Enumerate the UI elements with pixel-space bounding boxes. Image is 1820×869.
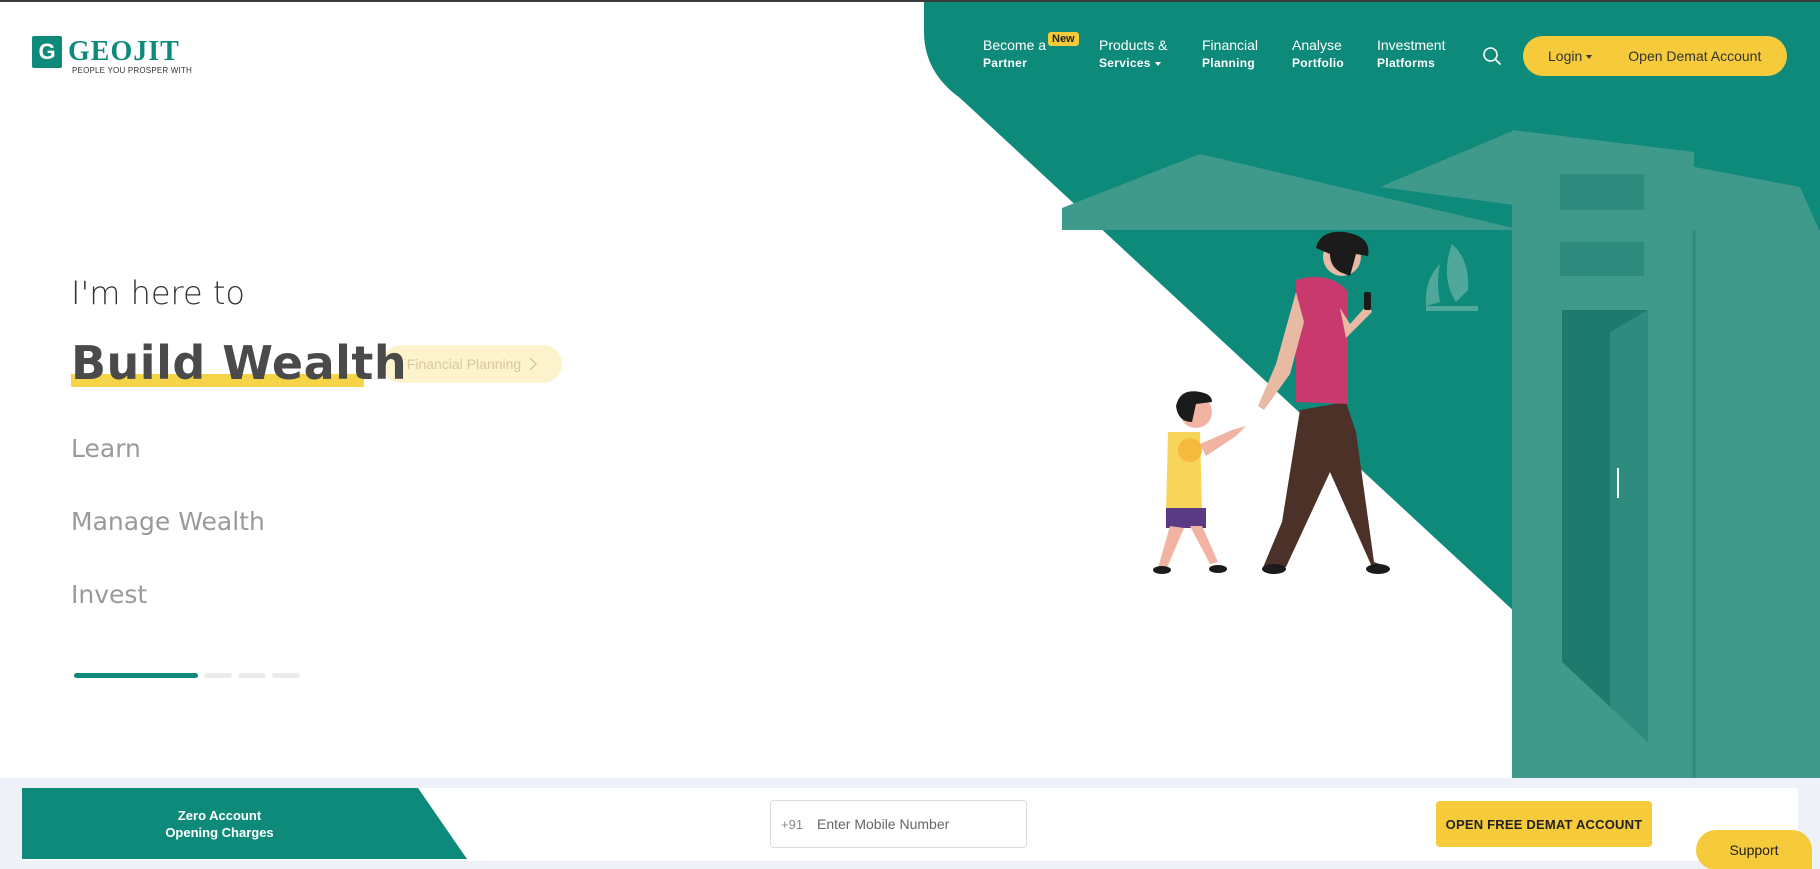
logo-tagline: PEOPLE YOU PROSPER WITH (72, 66, 193, 75)
slider-dot-1[interactable] (74, 673, 198, 678)
new-badge: New (1048, 32, 1079, 46)
nav-planning-line1: Financial (1202, 37, 1259, 53)
login-demat-pill: Login Open Demat Account (1523, 36, 1787, 76)
page: G GEOJIT PEOPLE YOU PROSPER WITH Become … (0, 0, 1820, 869)
slider-indicator (74, 673, 300, 678)
hero-intro: I'm here to (71, 274, 245, 312)
nav-products-line1: Products & (1099, 37, 1168, 53)
hero-title: Build Wealth (71, 336, 408, 390)
slider-dot-4[interactable] (272, 673, 300, 678)
chevron-down-icon (1154, 61, 1161, 66)
chevron-down-icon (1586, 55, 1593, 60)
nav-become-partner[interactable]: Become a Partner New (983, 32, 1093, 72)
open-demat-account-button[interactable]: Open Demat Account (1628, 48, 1761, 64)
nav-platforms-line2: Platforms (1377, 56, 1436, 70)
logo-wordmark: GEOJIT (68, 36, 180, 67)
nav-analyse-portfolio[interactable]: Analyse Portfolio (1292, 36, 1372, 72)
nav-planning-line2: Planning (1202, 56, 1256, 70)
hero-option-manage-wealth[interactable]: Manage Wealth (71, 507, 265, 536)
login-label: Login (1548, 48, 1583, 64)
slider-dot-2[interactable] (204, 673, 232, 678)
nav-analyse-line2: Portfolio (1292, 56, 1345, 70)
hero-title-wrap: Build Wealth (71, 336, 407, 390)
nav-products-services[interactable]: Products & Services (1099, 36, 1189, 72)
financial-planning-chip[interactable]: Financial Planning (382, 345, 562, 383)
promo-line1: Zero Account (177, 808, 262, 823)
zero-charges-text: Zero Account Opening Charges (22, 807, 417, 841)
support-button[interactable]: Support (1696, 830, 1812, 869)
geojit-logo[interactable]: G GEOJIT PEOPLE YOU PROSPER WITH (32, 36, 192, 75)
open-free-demat-button[interactable]: OPEN FREE DEMAT ACCOUNT (1436, 801, 1652, 847)
slider-dot-3[interactable] (238, 673, 266, 678)
right-wall (1694, 230, 1820, 778)
nav-analyse-line1: Analyse (1292, 37, 1342, 53)
search-icon[interactable] (1482, 46, 1502, 66)
hero-illustration (924, 2, 1820, 778)
nav-investment-platforms[interactable]: Investment Platforms (1377, 36, 1467, 72)
door-panel (1610, 310, 1648, 742)
promo-line2: Opening Charges (165, 825, 274, 840)
country-code: +91 (781, 816, 804, 832)
tower-window-1 (1560, 174, 1644, 210)
nav-partner-line2: Partner (983, 56, 1028, 70)
logo-mark-icon: G (32, 36, 62, 68)
nav-financial-planning[interactable]: Financial Planning (1202, 36, 1282, 72)
tower-window-2 (1560, 242, 1644, 276)
chevron-right-icon (529, 357, 538, 371)
child-figure (1153, 391, 1246, 574)
chip-label: Financial Planning (406, 356, 522, 372)
hero-option-invest[interactable]: Invest (71, 580, 147, 604)
hero-option-learn[interactable]: Learn (71, 434, 141, 463)
mobile-number-input[interactable] (817, 816, 1007, 832)
login-button[interactable]: Login (1548, 48, 1593, 64)
nav-products-line2: Services (1099, 56, 1151, 70)
mobile-number-field: +91 (770, 800, 1027, 848)
nav-platforms-line1: Investment (1377, 37, 1446, 53)
